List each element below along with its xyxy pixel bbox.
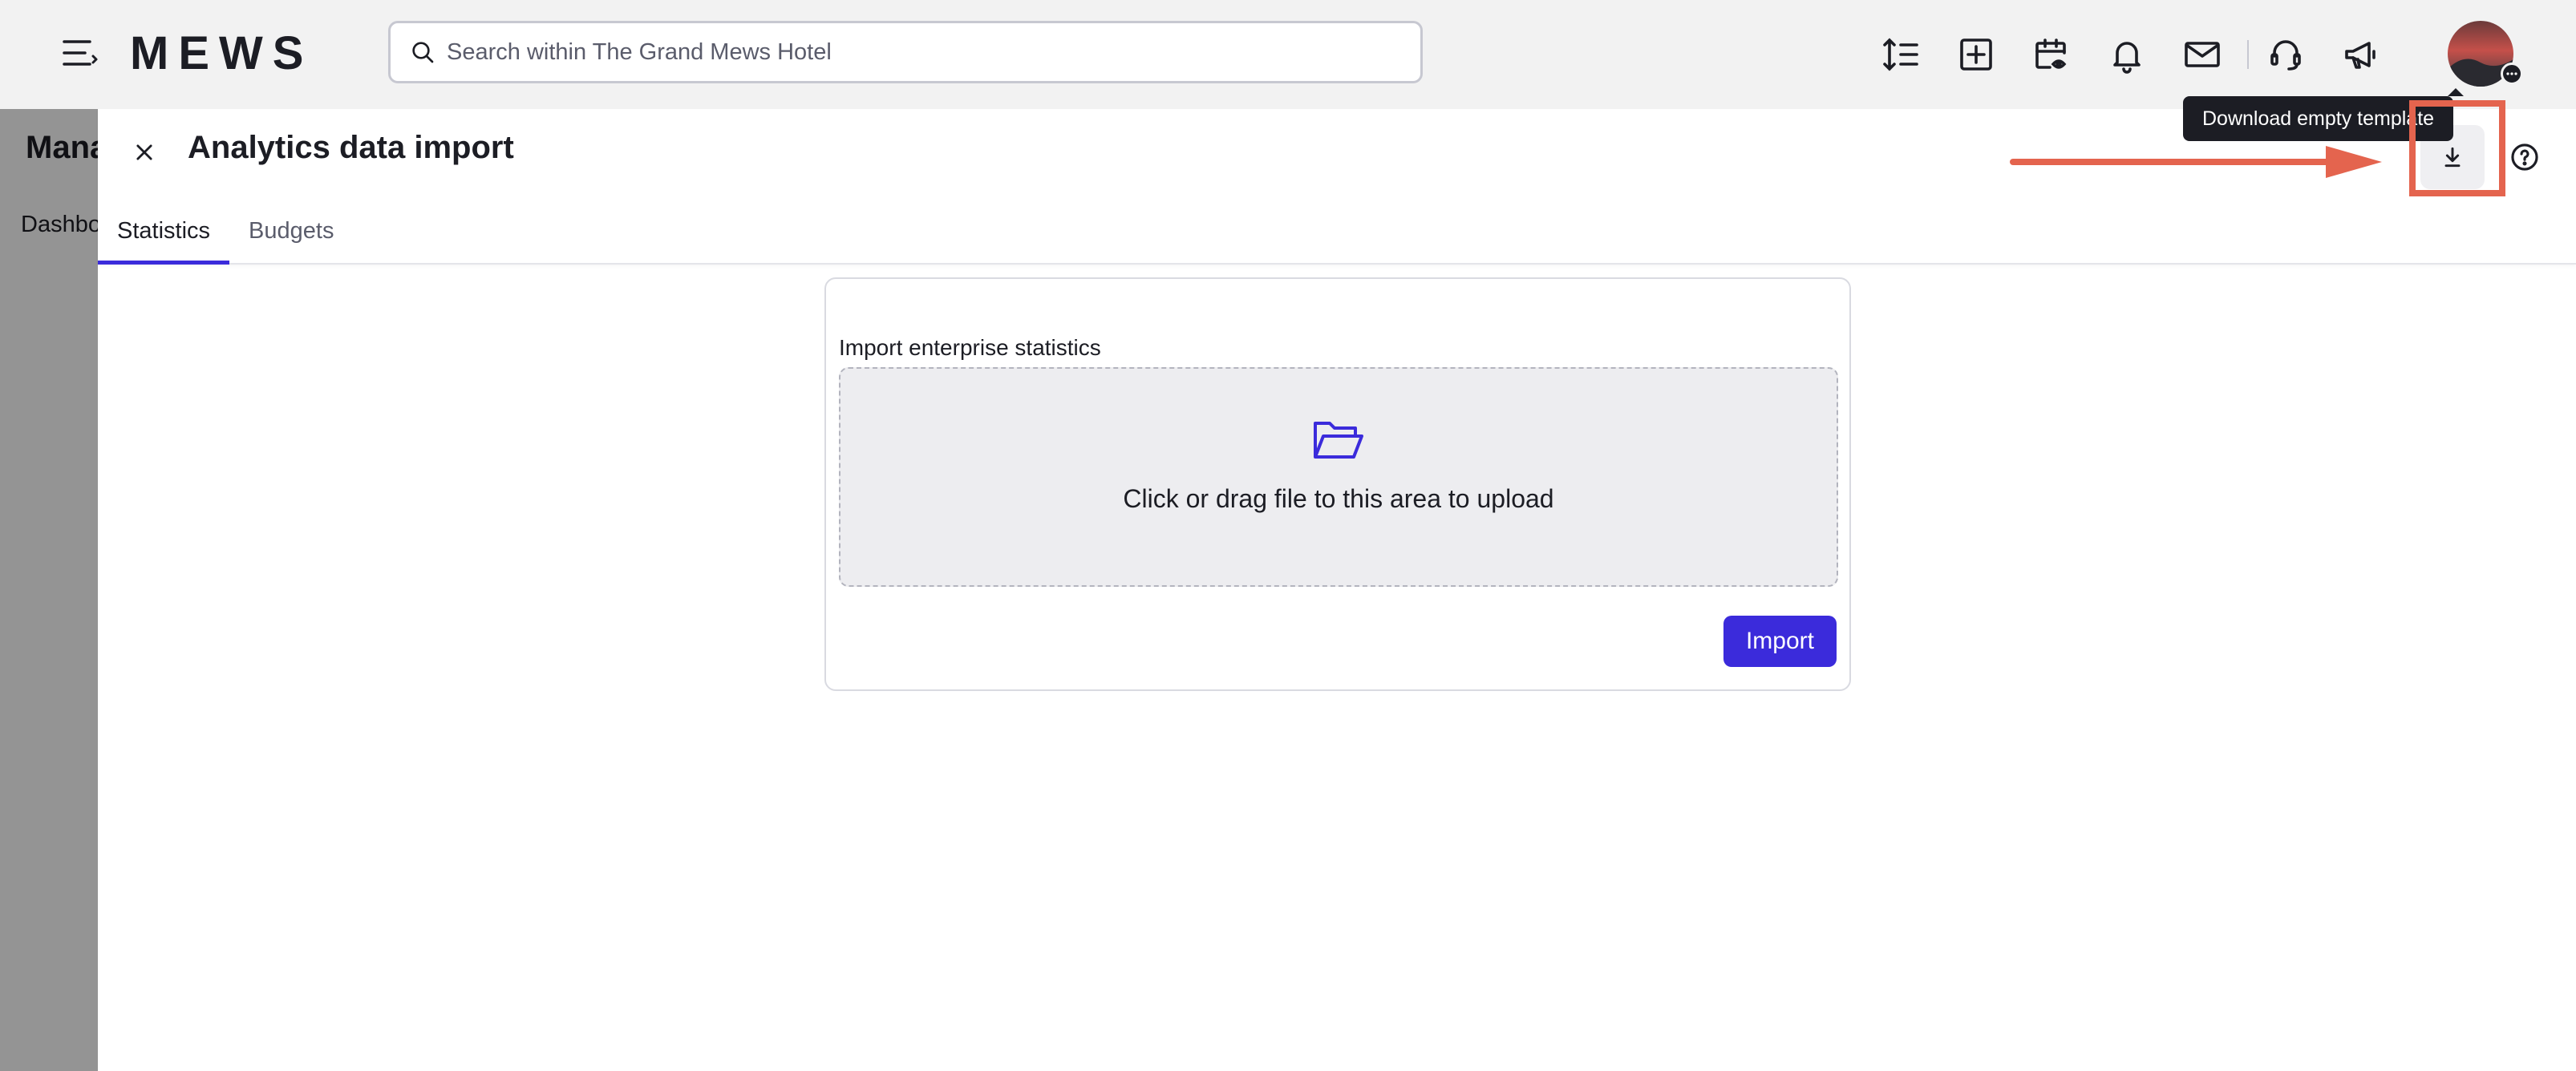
search-bar[interactable] (388, 21, 1423, 83)
text-height-icon[interactable] (1877, 30, 1925, 79)
analytics-import-panel: Analytics data import Statistics Budgets… (98, 109, 2576, 1071)
svg-text:MEWS: MEWS (130, 30, 313, 75)
tab-budgets[interactable]: Budgets (229, 205, 353, 265)
tab-statistics[interactable]: Statistics (98, 205, 230, 265)
avatar-status-badge (2501, 63, 2523, 85)
top-icon-bar (1877, 30, 2412, 79)
calendar-eye-icon[interactable] (2027, 30, 2076, 79)
folder-open-icon (1314, 422, 1363, 459)
question-circle-icon (2511, 143, 2538, 171)
help-button[interactable] (2499, 131, 2550, 183)
import-button[interactable]: Import (1723, 616, 1837, 667)
headset-icon[interactable] (2262, 30, 2310, 79)
bell-icon[interactable] (2103, 30, 2151, 79)
annotation-arrow (2010, 146, 2382, 178)
search-input[interactable] (447, 38, 1393, 66)
mews-logo[interactable]: MEWS (130, 27, 338, 79)
menu-toggle-icon[interactable] (61, 37, 99, 69)
toolbar-divider (2247, 40, 2249, 69)
dropzone-text: Click or drag file to this area to uploa… (1123, 484, 1554, 513)
panel-title: Analytics data import (188, 130, 514, 165)
tooltip-arrow (2448, 88, 2464, 96)
close-icon (136, 144, 152, 160)
megaphone-icon[interactable] (2337, 30, 2385, 79)
close-button[interactable] (125, 133, 164, 172)
import-label: Import enterprise statistics (839, 335, 1101, 360)
file-dropzone[interactable]: Click or drag file to this area to uploa… (839, 367, 1838, 587)
mail-icon[interactable] (2178, 30, 2226, 79)
top-bar: MEWS (0, 0, 2576, 109)
import-card: Import enterprise statistics Click or dr… (824, 277, 1851, 691)
panel-tabs: Statistics Budgets (98, 205, 353, 265)
plus-square-icon[interactable] (1952, 30, 2000, 79)
annotation-highlight-box (2409, 100, 2505, 196)
search-icon (412, 42, 434, 63)
